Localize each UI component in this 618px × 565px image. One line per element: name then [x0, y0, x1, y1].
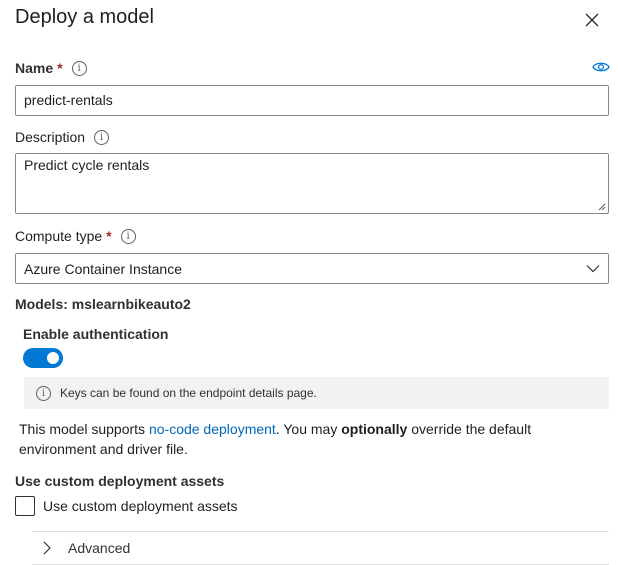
deployment-note: This model supports no-code deployment. …	[19, 419, 579, 459]
info-icon[interactable]: i	[94, 129, 110, 145]
info-icon: i	[36, 385, 51, 401]
name-input[interactable]: predict-rentals	[15, 85, 609, 116]
name-label-row: Name * i	[15, 60, 87, 76]
models-text: Models: mslearnbikeauto2	[15, 296, 191, 312]
compute-type-label: Compute type	[15, 228, 103, 244]
advanced-expander[interactable]: Advanced	[42, 537, 130, 559]
required-marker: *	[106, 228, 112, 244]
no-code-deployment-link[interactable]: no-code deployment	[149, 421, 276, 437]
custom-assets-checkbox[interactable]	[15, 496, 35, 516]
eye-icon[interactable]	[592, 61, 610, 73]
auth-label: Enable authentication	[23, 326, 169, 342]
info-icon[interactable]: i	[71, 60, 87, 76]
compute-type-label-row: Compute type * i	[15, 228, 136, 244]
close-icon[interactable]	[582, 10, 602, 30]
auth-toggle[interactable]	[23, 348, 63, 368]
note-bold: optionally	[341, 421, 408, 437]
resize-handle-icon[interactable]	[598, 203, 606, 211]
dialog-title: Deploy a model	[15, 6, 154, 28]
required-marker: *	[57, 60, 63, 76]
divider	[32, 531, 609, 532]
chevron-right-icon	[43, 541, 51, 555]
note-prefix: This model supports	[19, 421, 149, 437]
auth-info-bar: i Keys can be found on the endpoint deta…	[24, 377, 609, 409]
description-textarea[interactable]: Predict cycle rentals	[15, 153, 609, 214]
description-value: Predict cycle rentals	[24, 157, 150, 173]
auth-info-text: Keys can be found on the endpoint detail…	[60, 386, 317, 400]
name-label: Name	[15, 60, 54, 76]
custom-assets-checkbox-label[interactable]: Use custom deployment assets	[43, 498, 238, 514]
advanced-label: Advanced	[68, 540, 131, 556]
description-label: Description	[15, 129, 86, 145]
compute-type-select[interactable]: Azure Container Instance	[15, 253, 609, 284]
toggle-knob	[47, 352, 59, 364]
note-middle: . You may	[275, 421, 342, 437]
compute-type-value: Azure Container Instance	[24, 260, 182, 277]
chevron-down-icon	[586, 265, 600, 273]
description-label-row: Description i	[15, 129, 110, 145]
info-icon[interactable]: i	[120, 228, 136, 244]
custom-assets-heading: Use custom deployment assets	[15, 473, 225, 489]
